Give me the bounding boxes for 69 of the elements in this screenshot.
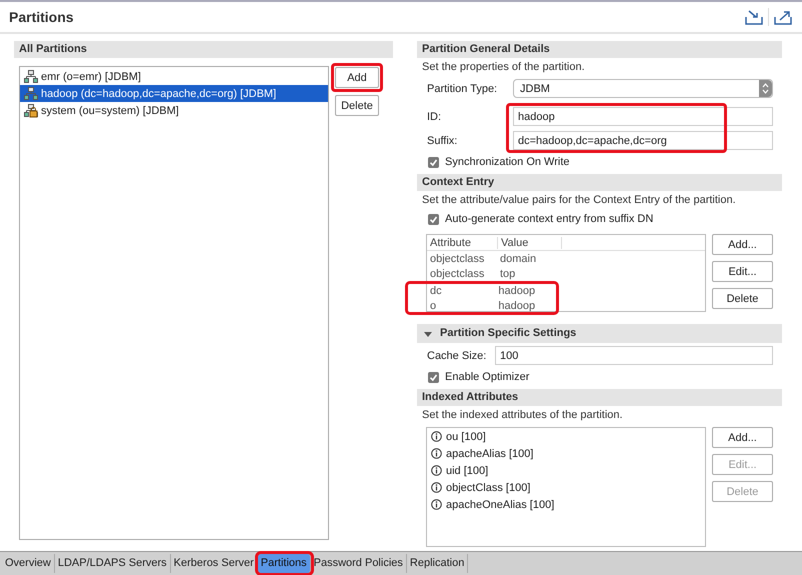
section-description: Set the indexed attributes of the partition. — [421, 408, 624, 423]
chevron-up-down-icon — [762, 83, 769, 94]
partition-item[interactable]: emr (o=emr) [JDBM] — [20, 68, 328, 85]
button[interactable]: Delete — [712, 288, 773, 309]
button[interactable]: Add — [335, 67, 379, 88]
checkbox-label: Enable Optimizer — [445, 371, 530, 383]
table-cell-text: hadoop — [497, 300, 536, 312]
field-label: Suffix: — [427, 134, 458, 146]
section-description: Set the attribute/value pairs for the Context Entry of the partition. — [421, 193, 737, 208]
column-header[interactable]: Value — [498, 236, 562, 248]
section-header[interactable]: Partition Specific Settings — [417, 324, 782, 343]
field-label: Cache Size: — [427, 350, 488, 362]
partition-type-dropdown[interactable]: JDBM — [513, 79, 773, 98]
partition-item[interactable]: system (ou=system) [JDBM] — [20, 102, 328, 119]
list-item[interactable]: apacheOneAlias [100] — [427, 496, 705, 513]
info-icon — [431, 499, 442, 510]
section-header: Context Entry — [417, 174, 782, 191]
info-icon — [431, 482, 442, 493]
tab[interactable]: Partitions — [258, 554, 311, 573]
table-cell-text: objectclass — [429, 252, 486, 264]
table-cell-text: dc — [429, 284, 443, 296]
section-title: Partition Specific Settings — [440, 326, 576, 341]
import-icon — [745, 9, 763, 25]
list-item[interactable]: apacheAlias [100] — [427, 445, 705, 462]
button[interactable]: Add... — [712, 427, 773, 448]
field-label: ID: — [427, 110, 442, 122]
section-header: Partition General Details — [417, 41, 782, 58]
checkmark-icon — [429, 372, 438, 382]
list-item[interactable]: ou [100] — [427, 428, 705, 445]
button[interactable]: Add... — [712, 234, 773, 255]
table-cell-text: domain — [499, 252, 538, 264]
cache-size-field[interactable]: 100 — [495, 346, 773, 365]
suffix-field[interactable]: dc=hadoop,dc=apache,dc=org — [513, 131, 773, 150]
tab[interactable]: LDAP/LDAPS Servers — [54, 554, 171, 573]
table-cell-text: o — [429, 300, 438, 312]
info-icon — [431, 431, 442, 442]
field-label: Partition Type: — [427, 82, 498, 94]
table-cell-text: hadoop — [497, 284, 536, 296]
network-icon — [24, 86, 38, 100]
export-icon — [774, 9, 792, 25]
partition-item[interactable]: hadoop (dc=hadoop,dc=apache,dc=org) [JDBM] — [20, 85, 328, 102]
checkbox-label: Auto-generate context entry from suffix DN — [445, 213, 654, 225]
button[interactable]: Delete — [335, 95, 379, 116]
page-title: Partitions — [9, 9, 74, 25]
list-item[interactable]: uid [100] — [427, 462, 705, 479]
tab[interactable]: Password Policies — [310, 554, 407, 573]
locked-network-icon — [24, 104, 38, 118]
tab[interactable]: Replication — [406, 554, 468, 573]
info-icon — [431, 465, 442, 476]
checkbox-label: Synchronization On Write — [445, 156, 570, 168]
network-icon — [24, 70, 38, 84]
checkbox[interactable] — [428, 372, 439, 382]
table-cell-text: objectclass — [429, 268, 486, 280]
tab[interactable]: Overview — [2, 554, 55, 573]
section-header: Indexed Attributes — [417, 389, 782, 406]
checkbox[interactable] — [428, 156, 439, 168]
section-description: Set the properties of the partition. — [421, 60, 586, 75]
button[interactable]: Edit... — [712, 261, 773, 282]
table-row[interactable]: objectclass domain — [427, 251, 705, 266]
table-cell-text: top — [499, 268, 516, 280]
table-row[interactable]: objectclass top — [427, 266, 705, 281]
info-icon — [431, 448, 442, 459]
checkmark-icon — [429, 214, 438, 224]
id-field[interactable]: hadoop — [513, 107, 773, 126]
checkmark-icon — [429, 158, 438, 166]
list-item[interactable]: objectClass [100] — [427, 479, 705, 496]
section-header: All Partitions — [14, 41, 393, 58]
checkbox[interactable] — [428, 214, 439, 224]
column-header[interactable]: Attribute — [427, 236, 498, 248]
